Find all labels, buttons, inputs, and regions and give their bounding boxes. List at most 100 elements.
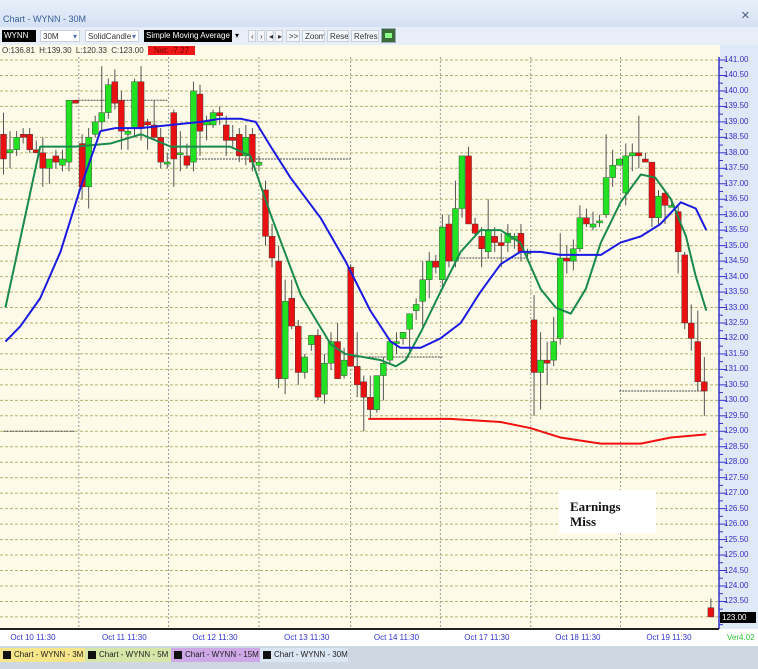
candle-body: [655, 195, 662, 218]
y-tick-label: 140.50: [724, 70, 749, 80]
tab-chart-5m[interactable]: Chart - WYNN - 5M: [85, 648, 171, 662]
y-tick-label: 131.00: [724, 364, 749, 374]
candle-up: [65, 100, 73, 172]
version-label: Ver4.02: [727, 633, 755, 642]
tab-chart-30m[interactable]: Chart - WYNN - 30M: [260, 648, 348, 662]
y-tick-label: 136.50: [724, 194, 749, 204]
ohlc-info-bar-overlay: O:136.81 H:139.30 L:120.33 C:123.00 Net:…: [0, 45, 720, 57]
candle-body: [589, 223, 597, 228]
candle-body: [222, 124, 230, 141]
candle-body: [537, 359, 544, 373]
candle-body: [373, 375, 381, 410]
y-tick-label: 135.50: [724, 225, 749, 235]
y-tick-label: 128.50: [724, 441, 749, 451]
x-tick-label: Oct 11 11:30: [102, 633, 147, 642]
candle-body: [268, 236, 276, 259]
candle-body: [229, 137, 236, 141]
candle-body: [498, 242, 505, 246]
y-tick-label: 129.50: [724, 410, 749, 420]
candle-body: [39, 152, 46, 169]
candle-body: [203, 121, 210, 126]
chart-tab-bar: Chart - WYNN - 3M Chart - WYNN - 5M Char…: [0, 646, 758, 669]
candle-body: [295, 325, 302, 373]
last-price-label: 123.00: [720, 612, 756, 623]
low-value: L:120.33: [75, 46, 107, 55]
candle-body: [137, 81, 145, 129]
price-chart[interactable]: [0, 0, 758, 646]
candle-body: [59, 158, 66, 166]
candle-body: [118, 100, 125, 132]
candle-body: [471, 223, 479, 234]
annotation-line-1: Earnings: [570, 499, 621, 514]
candle-body: [72, 100, 79, 104]
candle-body: [543, 359, 551, 364]
y-tick-label: 135.00: [724, 240, 749, 250]
high-value: H:139.30: [39, 46, 72, 55]
candle-body: [52, 155, 60, 163]
tab-chart-15m[interactable]: Chart - WYNN - 15M: [171, 648, 260, 662]
y-tick-label: 125.00: [724, 550, 749, 560]
y-tick-label: 133.50: [724, 287, 749, 297]
chart-icon: [174, 651, 182, 659]
tab-label: Chart - WYNN - 30M: [274, 650, 348, 659]
candle-body: [583, 217, 590, 225]
candle-body: [170, 112, 178, 160]
chart-icon: [3, 651, 11, 659]
candle-body: [26, 134, 33, 150]
tab-chart-3m[interactable]: Chart - WYNN - 3M: [0, 648, 85, 662]
candle-body: [530, 319, 538, 373]
candle-body: [275, 260, 282, 379]
candle-body: [347, 267, 354, 367]
candle-body: [399, 332, 407, 339]
candle-down: [681, 251, 688, 330]
candle-body: [426, 260, 433, 280]
y-tick-label: 130.00: [724, 395, 749, 405]
candle-body: [367, 397, 374, 410]
candle-body: [694, 341, 701, 382]
candle-body: [602, 177, 610, 215]
y-tick-label: 131.50: [724, 348, 749, 358]
candle-body: [144, 121, 151, 126]
open-value: O:136.81: [2, 46, 35, 55]
candle-body: [688, 322, 695, 339]
candle-body: [629, 152, 636, 157]
y-tick-label: 138.00: [724, 147, 749, 157]
y-tick-label: 130.50: [724, 379, 749, 389]
y-tick-label: 138.50: [724, 132, 749, 142]
candle-body: [301, 356, 308, 373]
close-value: C:123.00: [111, 46, 144, 55]
candle-body: [190, 90, 197, 163]
tab-label: Chart - WYNN - 5M: [99, 650, 169, 659]
y-tick-label: 137.00: [724, 178, 749, 188]
candle-body: [406, 313, 413, 330]
candle-body: [6, 149, 14, 154]
annotation-line-2: Miss: [570, 514, 596, 529]
candle-body: [439, 226, 446, 280]
candle-body: [321, 363, 328, 395]
y-tick-label: 127.00: [724, 488, 749, 498]
candle-body: [19, 134, 27, 138]
candle-body: [13, 137, 20, 150]
x-tick-label: Oct 13 11:30: [284, 633, 330, 642]
x-tick-label: Oct 12 11:30: [192, 633, 238, 642]
candle-body: [164, 161, 171, 165]
candle-body: [386, 341, 394, 361]
candle-body: [563, 257, 570, 262]
y-tick-label: 123.50: [724, 596, 749, 606]
candle-body: [308, 335, 315, 345]
candle-body: [635, 152, 643, 157]
y-tick-label: 126.00: [724, 519, 749, 529]
y-tick-label: 132.50: [724, 317, 749, 327]
candle-body: [380, 363, 387, 376]
candle-body: [465, 155, 472, 225]
candle-body: [124, 130, 132, 135]
y-tick-label: 134.50: [724, 256, 749, 266]
y-tick-label: 141.00: [724, 55, 749, 64]
candle-body: [616, 158, 623, 166]
candle-body: [288, 298, 295, 327]
candle-body: [596, 220, 603, 224]
candle-body: [183, 155, 191, 166]
candle-body: [550, 341, 557, 361]
y-tick-label: 129.00: [724, 426, 749, 436]
chart-icon: [88, 651, 96, 659]
